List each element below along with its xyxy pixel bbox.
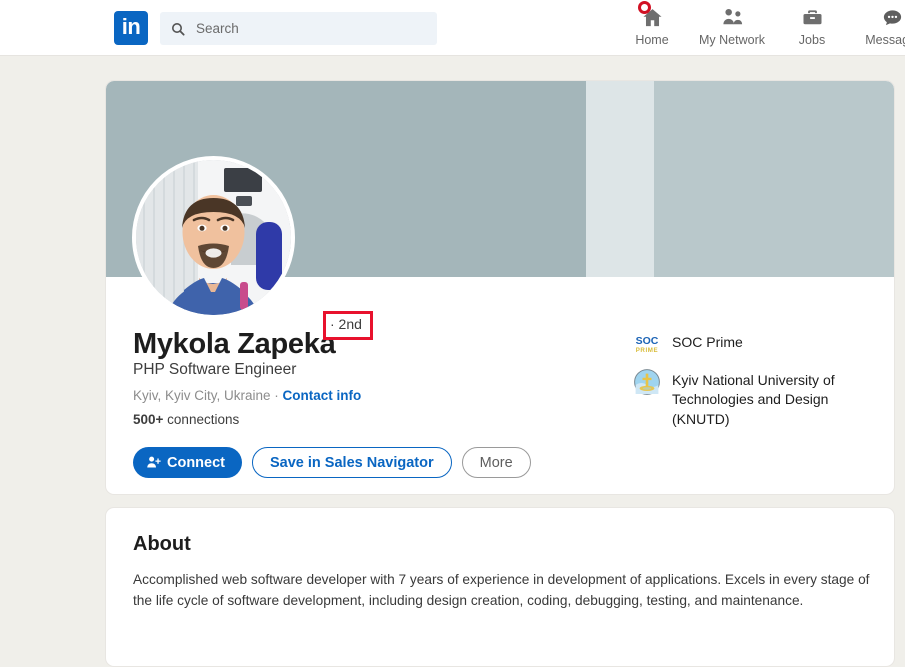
profile-name-row: Mykola Zapeka · 2nd [133,311,603,360]
avatar[interactable] [132,156,295,319]
page-title: Mykola Zapeka [133,328,336,360]
about-section-title: About [133,533,191,555]
organization-item-school[interactable]: Kyiv National University of Technologies… [634,369,884,429]
organization-name: SOC Prime [672,334,743,350]
more-button-label: More [479,454,513,471]
nav-item-label: My Network [699,33,765,47]
save-in-sales-navigator-label: Save in Sales Navigator [270,454,434,471]
contact-info-link[interactable]: Contact info [283,388,362,403]
nav-item-label: Jobs [798,33,826,47]
banner-segment-right [654,81,894,277]
connections-count: 500+ [133,412,164,428]
home-notification-badge [637,1,651,14]
nav-item-label: Home [635,33,669,47]
global-navigation-header: in Search Home My Network Jobs Messa [0,0,905,56]
connect-button-label: Connect [167,454,225,471]
profile-action-buttons: Connect Save in Sales Navigator More [133,447,531,478]
search-icon [171,22,185,36]
profile-card: Mykola Zapeka · 2nd PHP Software Enginee… [105,80,895,495]
profile-location-row: Kyiv, Kyiv City, Ukraine · Contact info [133,388,603,403]
nav-item-jobs[interactable]: Jobs [772,4,852,47]
profile-identity: Mykola Zapeka · 2nd PHP Software Enginee… [133,311,603,427]
primary-nav: Home My Network Jobs Messa [612,1,905,47]
connections-label: connections [163,412,240,428]
soc-prime-logo: SOC PRIME [636,335,659,354]
connection-degree-badge: · 2nd [330,316,362,332]
knutd-crest-logo [634,369,660,395]
about-section-text: Accomplished web software developer with… [133,572,870,608]
connect-button[interactable]: Connect [133,447,242,478]
more-button[interactable]: More [461,447,531,478]
jobs-briefcase-icon [802,9,822,24]
avatar-photo [136,160,291,315]
home-icon-wrap [637,1,665,30]
svg-text:PRIME: PRIME [636,347,659,354]
person-add-icon [147,456,161,468]
messaging-icon-wrap [880,4,905,30]
nav-item-label: Messagin [865,33,905,47]
save-in-sales-navigator-button[interactable]: Save in Sales Navigator [252,447,452,478]
nav-item-my-network[interactable]: My Network [692,4,772,47]
jobs-icon-wrap [800,4,825,30]
profile-organizations: SOC PRIME SOC Prime Kyiv National Univer… [634,331,884,441]
search-placeholder: Search [196,21,239,36]
connections-count-row[interactable]: 500+ connections [133,412,603,427]
search-input[interactable]: Search [160,12,437,45]
profile-location: Kyiv, Kyiv City, Ukraine · [133,388,283,404]
nav-item-messaging[interactable]: Messagin [852,4,905,47]
organization-item-company[interactable]: SOC PRIME SOC Prime [634,331,884,357]
organization-name: Kyiv National University of Technologies… [672,372,835,427]
nav-item-home[interactable]: Home [612,1,692,47]
connection-degree-highlight: · 2nd [323,311,373,340]
about-card: About Accomplished web software develope… [105,507,895,667]
network-icon-wrap [720,4,745,30]
network-icon [722,8,742,24]
profile-headline: PHP Software Engineer [133,361,297,379]
svg-text:SOC: SOC [636,335,659,347]
messaging-icon [883,9,901,25]
linkedin-logo[interactable]: in [114,11,148,45]
